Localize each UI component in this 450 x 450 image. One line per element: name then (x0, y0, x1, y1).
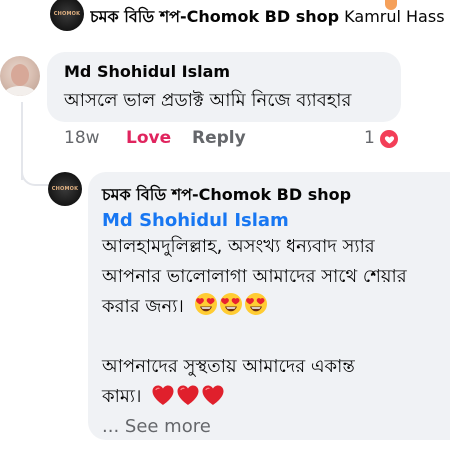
heart-eyes-emoji (194, 293, 217, 315)
comment-bubble: Md Shohidul Islam আসলে ভাল প্রডাক্ট আমি … (47, 52, 401, 122)
heart-eyes-emoji (244, 293, 267, 315)
red-heart-emoji (152, 385, 174, 405)
reply-line-5-row: কাম্য। (102, 382, 407, 412)
top-reply-mention-clip: Kamrul Hass (344, 7, 445, 26)
comment-actions: 18w Love Reply 1 (64, 128, 414, 152)
page-avatar[interactable]: CHOMOK (50, 0, 84, 31)
heart-eyes-emoji-group (194, 292, 268, 316)
reply-mention[interactable]: Md Shohidul Islam (102, 210, 289, 231)
red-heart-emoji-group (151, 384, 225, 406)
reply-page-avatar[interactable]: CHOMOK (48, 172, 82, 206)
reaction-count[interactable]: 1 (364, 128, 375, 148)
reply-line-3-row: করার জন্য। (102, 292, 407, 322)
see-more-link[interactable]: ... See more (102, 412, 407, 442)
reply-text: আলহামদুলিল্লাহ, অসংখ্য ধন্যবাদ স্যার আপন… (102, 232, 407, 442)
top-reply-author[interactable]: চমক বিডি শপ-Chomok BD shop (90, 7, 339, 26)
reply-line-4: আপনাদের সুস্থতায় আমাদের একান্ত (102, 356, 355, 377)
reply-bubble: চমক বিডি শপ-Chomok BD shop Md Shohidul I… (88, 172, 450, 440)
reply-line-2: আপনার ভালোলাগা আমাদের সাথে শেয়ার (102, 266, 407, 287)
red-heart-emoji (177, 385, 199, 405)
comment-text: আসলে ভাল প্রডাক্ট আমি নিজে ব্যাবহার (64, 90, 352, 111)
comment-time[interactable]: 18w (64, 128, 100, 148)
reply-line-5: কাম্য। (102, 386, 142, 407)
top-reply-header: চমক বিডি শপ-Chomok BD shop Kamrul Hass (90, 4, 450, 31)
red-heart-emoji (202, 385, 224, 405)
reply-blank-line (102, 322, 407, 352)
heart-eyes-emoji (219, 293, 242, 315)
comment-author[interactable]: Md Shohidul Islam (64, 62, 230, 81)
user-avatar[interactable] (0, 56, 40, 96)
love-reaction-icon[interactable] (380, 130, 398, 148)
love-button[interactable]: Love (126, 128, 171, 148)
page-avatar-logo: CHOMOK (53, 11, 81, 17)
reply-button[interactable]: Reply (192, 128, 246, 148)
reply-page-avatar-logo: CHOMOK (51, 186, 79, 192)
thread-curve (21, 160, 49, 186)
reply-line-1: আলহামদুলিল্লাহ, অসংখ্য ধন্যবাদ স্যার (102, 236, 375, 257)
reply-line-3: করার জন্য। (102, 296, 184, 317)
reply-author[interactable]: চমক বিডি শপ-Chomok BD shop (102, 182, 351, 209)
